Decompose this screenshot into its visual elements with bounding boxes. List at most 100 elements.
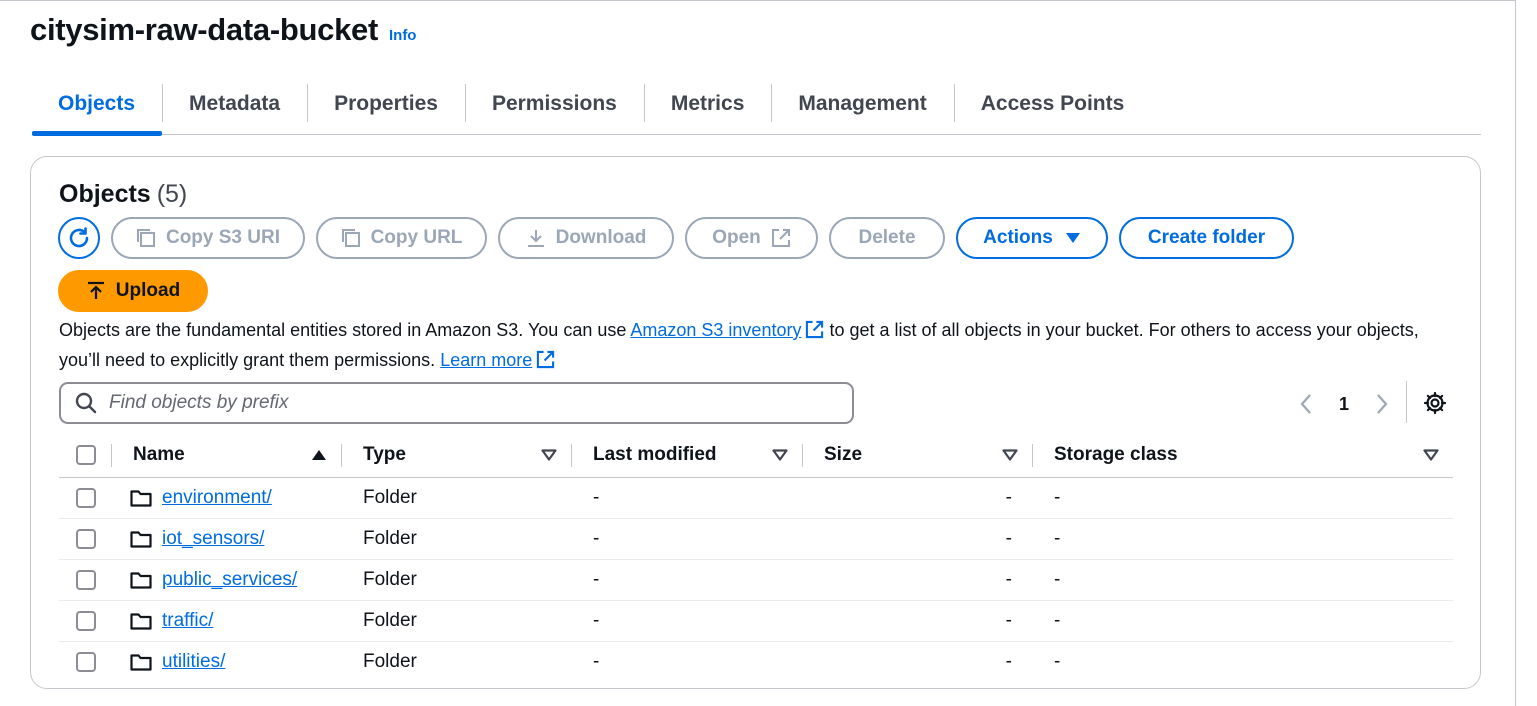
external-link-icon [805, 320, 824, 347]
object-name-link[interactable]: traffic/ [162, 610, 213, 632]
top-border [0, 0, 1537, 1]
column-type-label: Type [363, 444, 406, 465]
object-size: - [802, 518, 1032, 560]
external-link-icon [771, 228, 791, 248]
sort-caret-icon [541, 449, 557, 461]
column-name-label: Name [133, 444, 185, 465]
object-type: Folder [341, 600, 571, 642]
row-checkbox[interactable] [76, 652, 96, 673]
upload-button[interactable]: Upload [58, 270, 208, 312]
column-header-name[interactable]: Name [111, 433, 341, 478]
object-storage-class: - [1032, 600, 1453, 642]
sort-caret-icon [1423, 449, 1439, 461]
table-row: iot_sensors/ Folder - - - [59, 518, 1453, 560]
create-folder-label: Create folder [1147, 227, 1266, 248]
actions-dropdown[interactable]: Actions [956, 217, 1108, 259]
s3-inventory-link[interactable]: Amazon S3 inventory [630, 320, 801, 340]
column-size-label: Size [824, 444, 863, 465]
search-input[interactable] [109, 392, 809, 414]
external-link-icon [536, 350, 555, 377]
object-size: - [802, 559, 1032, 601]
object-size: - [1005, 651, 1012, 673]
select-all-checkbox[interactable] [76, 445, 96, 465]
object-storage-class: - [1054, 651, 1061, 673]
object-name-link[interactable]: environment/ [162, 487, 272, 509]
copy-s3-uri-button[interactable]: Copy S3 URI [111, 217, 305, 259]
copy-icon [341, 228, 361, 248]
column-header-size[interactable]: Size [802, 433, 1032, 478]
copy-url-button[interactable]: Copy URL [316, 217, 487, 259]
copy-s3-uri-label: Copy S3 URI [165, 227, 281, 248]
download-icon [526, 228, 546, 248]
chevron-left-icon[interactable] [1293, 393, 1319, 415]
search-field[interactable] [59, 382, 854, 424]
row-checkbox[interactable] [76, 488, 96, 508]
object-size: - [802, 600, 1032, 642]
column-header-type[interactable]: Type [341, 433, 571, 478]
object-last-modified: - [593, 651, 600, 673]
pagination: 1 [1293, 389, 1395, 419]
info-link[interactable]: Info [389, 27, 417, 44]
object-type: Folder [341, 477, 571, 519]
object-name-link[interactable]: iot_sensors/ [162, 528, 264, 550]
download-button[interactable]: Download [498, 217, 674, 259]
object-last-modified: - [571, 518, 802, 560]
tab-metadata[interactable]: Metadata [162, 74, 307, 134]
row-checkbox[interactable] [76, 611, 96, 631]
delete-button[interactable]: Delete [829, 217, 945, 259]
copy-icon [136, 228, 156, 248]
page-header: citysim-raw-data-bucket Info [30, 12, 416, 48]
tab-objects[interactable]: Objects [32, 74, 163, 136]
folder-icon [130, 489, 152, 507]
table-row: utilities/ Folder - - - [59, 642, 1453, 683]
column-storage-class-label: Storage class [1054, 444, 1178, 465]
tab-properties[interactable]: Properties [307, 74, 465, 134]
objects-heading: Objects (5) [59, 180, 187, 209]
open-label: Open [712, 227, 761, 248]
sort-caret-icon [1002, 449, 1018, 461]
page-number[interactable]: 1 [1319, 394, 1369, 415]
chevron-right-icon[interactable] [1369, 393, 1395, 415]
sort-caret-icon [772, 449, 788, 461]
object-size: - [802, 477, 1032, 519]
object-name-link[interactable]: utilities/ [162, 651, 225, 673]
row-checkbox[interactable] [76, 529, 96, 549]
search-icon [75, 392, 97, 414]
gear-icon[interactable] [1423, 391, 1447, 420]
object-last-modified: - [571, 600, 802, 642]
upload-label: Upload [115, 280, 181, 301]
tab-access-points[interactable]: Access Points [953, 74, 1152, 134]
tab-management[interactable]: Management [771, 74, 953, 134]
pager-divider [1406, 381, 1407, 423]
column-header-storage-class[interactable]: Storage class [1032, 433, 1453, 478]
download-label: Download [555, 227, 647, 248]
object-storage-class: - [1032, 518, 1453, 560]
objects-count: (5) [156, 180, 188, 208]
bucket-tabs: Objects Metadata Properties Permissions … [32, 74, 1481, 136]
objects-description: Objects are the fundamental entities sto… [59, 317, 1454, 377]
object-storage-class: - [1032, 477, 1453, 519]
objects-panel: Objects (5) Copy S3 URI Copy URL Download… [30, 156, 1481, 689]
column-header-last-modified[interactable]: Last modified [571, 433, 802, 478]
object-name-link[interactable]: public_services/ [162, 569, 297, 591]
caret-down-icon [1065, 232, 1081, 244]
column-last-modified-label: Last modified [593, 444, 717, 465]
objects-table: Name Type Last modified Size Storage cla… [59, 433, 1453, 683]
create-folder-button[interactable]: Create folder [1119, 217, 1294, 259]
object-storage-class: - [1032, 559, 1453, 601]
objects-heading-label: Objects [59, 180, 151, 208]
open-button[interactable]: Open [685, 217, 818, 259]
description-text-1: Objects are the fundamental entities sto… [59, 320, 631, 340]
tab-metrics[interactable]: Metrics [643, 74, 772, 134]
row-checkbox[interactable] [76, 570, 96, 590]
tab-permissions[interactable]: Permissions [464, 74, 644, 134]
sort-ascending-icon [311, 449, 327, 461]
folder-icon [130, 612, 152, 630]
delete-label: Delete [858, 227, 916, 248]
learn-more-link[interactable]: Learn more [440, 350, 532, 370]
scrollbar-track[interactable] [1515, 0, 1537, 706]
table-header-row: Name Type Last modified Size Storage cla… [59, 433, 1453, 478]
refresh-button[interactable] [58, 217, 100, 259]
actions-label: Actions [983, 227, 1053, 248]
select-all-header [59, 433, 111, 478]
